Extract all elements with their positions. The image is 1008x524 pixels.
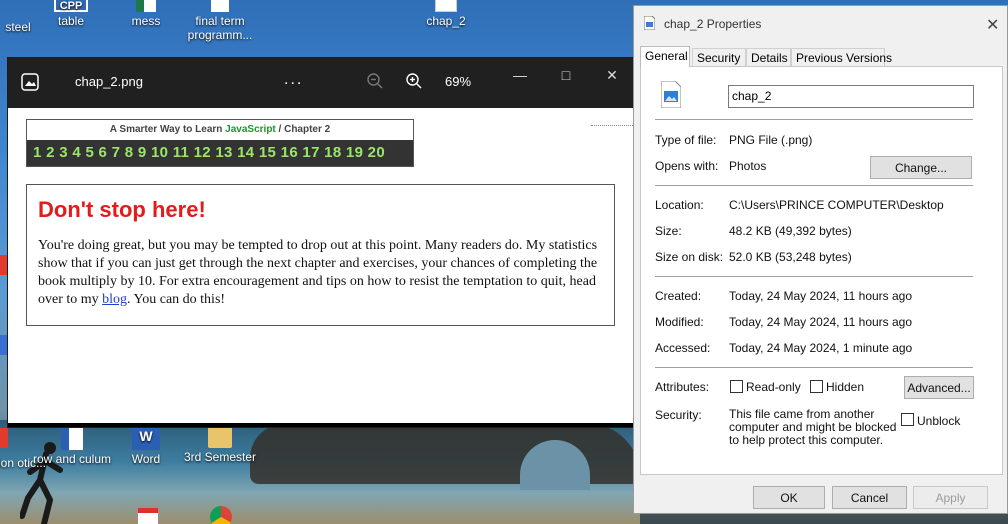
dialog-title: chap_2 Properties (664, 17, 762, 31)
photos-window[interactable]: chap_2.png ... 69% — □ ✕ A Smarter Way t… (7, 57, 635, 428)
file-icon (644, 16, 655, 30)
zoom-out-icon[interactable] (366, 72, 384, 90)
chapter-numbers: 1 2 3 4 5 6 7 8 9 10 11 12 13 14 15 16 1… (27, 140, 413, 166)
more-options-button[interactable]: ... (284, 71, 303, 89)
message-body: You're doing great, but you may be tempt… (38, 237, 603, 309)
chapter-banner: A Smarter Way to Learn JavaScript / Chap… (26, 119, 414, 167)
word-file-icon (61, 426, 83, 450)
photos-app-icon (21, 73, 39, 91)
desktop-icon-label: final term programm... (187, 14, 253, 42)
desktop-icon-chap2[interactable]: chap_2 (406, 0, 486, 28)
photos-titlebar[interactable]: chap_2.png ... 69% — □ ✕ (8, 58, 634, 108)
excel-file-icon (136, 0, 156, 12)
message-box: Don't stop here! You're doing great, but… (26, 184, 615, 326)
maximize-button[interactable]: □ (556, 67, 576, 83)
location-label: Location: (655, 198, 704, 212)
pdf-file-icon[interactable] (138, 508, 158, 524)
type-label: Type of file: (655, 133, 717, 147)
readonly-label[interactable]: Read-only (746, 380, 801, 394)
modified-label: Modified: (655, 315, 704, 329)
unblock-checkbox[interactable] (901, 413, 914, 426)
desktop-icon-label: 3rd Semester (183, 450, 257, 464)
security-label: Security: (655, 408, 702, 422)
attributes-label: Attributes: (655, 380, 710, 394)
photos-bottom-bar (8, 423, 634, 427)
tab-general[interactable]: General (640, 46, 690, 67)
desktop-icon-label: Word (131, 452, 161, 466)
minimize-button[interactable]: — (510, 67, 530, 83)
properties-dialog[interactable]: chap_2 Properties ✕ General Security Det… (633, 5, 1008, 514)
size-label: Size: (655, 224, 682, 238)
folder-icon (208, 426, 232, 448)
desktop-icon-word[interactable]: W Word (106, 426, 186, 466)
desktop-icon-table[interactable]: CPP table (31, 0, 111, 28)
image-canvas[interactable]: A Smarter Way to Learn JavaScript / Chap… (8, 108, 635, 427)
ok-button[interactable]: OK (753, 486, 825, 509)
desktop-icon-label: chap_2 (426, 14, 466, 28)
blog-link[interactable]: blog (102, 292, 127, 307)
desktop-icon-3rd-semester[interactable]: 3rd Semester (180, 426, 260, 464)
type-value: PNG File (.png) (729, 133, 813, 147)
banner-suffix: / Chapter 2 (275, 124, 331, 135)
apply-button[interactable]: Apply (913, 486, 988, 509)
image-file-icon (435, 0, 457, 12)
general-panel: chap_2 Type of file: PNG File (.png) Ope… (640, 66, 1003, 475)
desktop-icon-row-and-culum[interactable]: row and culum (32, 426, 112, 466)
zoom-level[interactable]: 69% (445, 74, 471, 89)
accessed-value: Today, 24 May 2024, 1 minute ago (729, 341, 913, 355)
created-label: Created: (655, 289, 702, 303)
location-value: C:\Users\PRINCE COMPUTER\Desktop (729, 198, 944, 212)
modified-value: Today, 24 May 2024, 11 hours ago (729, 315, 913, 329)
cancel-button[interactable]: Cancel (832, 486, 907, 509)
banner-javascript: JavaScript (225, 124, 276, 135)
png-file-icon (661, 81, 681, 108)
word-app-icon: W (132, 426, 160, 450)
change-button[interactable]: Change... (870, 156, 972, 179)
divider (655, 367, 973, 368)
pdf-file-icon[interactable] (0, 428, 8, 448)
dialog-titlebar[interactable]: chap_2 Properties ✕ (644, 15, 1004, 35)
photos-filename: chap_2.png (75, 74, 143, 89)
desktop-icon-label: row and culum (32, 452, 112, 466)
divider (655, 276, 973, 277)
zoom-in-icon[interactable] (405, 72, 423, 90)
tab-previous-versions[interactable]: Previous Versions (791, 48, 892, 66)
message-title: Don't stop here! (38, 197, 206, 222)
unblock-label[interactable]: Unblock (917, 414, 960, 428)
desktop-icon-label: steel (5, 20, 31, 34)
divider (655, 119, 973, 120)
opens-with-value: Photos (729, 159, 767, 173)
banner-title: A Smarter Way to Learn JavaScript / Chap… (27, 120, 413, 135)
desktop-icon-label: table (57, 14, 85, 28)
size-value: 48.2 KB (49,392 bytes) (729, 224, 852, 238)
hidden-label[interactable]: Hidden (826, 380, 864, 394)
banner-prefix: A Smarter Way to Learn (109, 124, 226, 135)
close-button[interactable]: ✕ (602, 67, 622, 83)
size-on-disk-label: Size on disk: (655, 250, 724, 264)
tab-details[interactable]: Details (746, 48, 791, 66)
desktop-icon-mess[interactable]: mess (106, 0, 186, 28)
divider (655, 185, 973, 186)
text-file-icon (211, 0, 229, 12)
message-text-end: . You can do this! (127, 292, 226, 307)
chrome-icon[interactable] (210, 506, 232, 524)
desktop-icon-final-term[interactable]: final term programm... (180, 0, 260, 42)
desktop-icon-label: mess (131, 14, 161, 28)
cpp-file-icon: CPP (54, 0, 88, 12)
readonly-checkbox[interactable] (730, 380, 743, 393)
tab-security[interactable]: Security (692, 48, 746, 66)
file-name-field[interactable]: chap_2 (728, 85, 974, 108)
advanced-button[interactable]: Advanced... (904, 376, 974, 399)
size-on-disk-value: 52.0 KB (53,248 bytes) (729, 250, 852, 264)
close-icon[interactable]: ✕ (986, 15, 999, 35)
dotted-divider (591, 125, 635, 126)
opens-with-label: Opens with: (655, 159, 719, 173)
security-text: This file came from another computer and… (729, 407, 897, 447)
created-value: Today, 24 May 2024, 11 hours ago (729, 289, 913, 303)
accessed-label: Accessed: (655, 341, 711, 355)
hidden-checkbox[interactable] (810, 380, 823, 393)
